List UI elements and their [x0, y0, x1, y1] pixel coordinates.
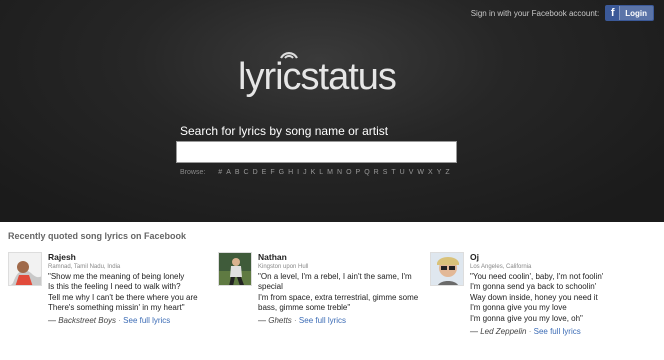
quote-artist: — Backstreet Boys: [48, 315, 117, 325]
browse-letter-i[interactable]: I: [296, 169, 300, 176]
see-full-lyrics-link[interactable]: See full lyrics: [534, 327, 581, 336]
avatar[interactable]: [430, 252, 464, 286]
see-full-lyrics-link[interactable]: See full lyrics: [299, 316, 346, 325]
quote-line: Way down inside, honey you need it: [470, 292, 598, 302]
quote-author-name[interactable]: Nathan: [258, 252, 418, 263]
quote-author-location: Kingston upon Hull: [258, 263, 309, 270]
browse-letter-z[interactable]: Z: [444, 169, 450, 176]
quote-line: There's something missin' in my heart": [48, 303, 185, 313]
quote-author-location: Los Angeles, California: [470, 263, 532, 270]
browse-letter-s[interactable]: S: [382, 169, 389, 176]
quote-artist: — Led Zeppelin: [470, 326, 527, 336]
login-label: Login: [625, 8, 647, 18]
avatar[interactable]: [8, 252, 42, 286]
avatar-image: [431, 253, 463, 285]
browse-letters: Browse: # A B C D E F G H I J K L M N O …: [180, 169, 451, 176]
quote-line: bass, gimme some treble": [258, 303, 351, 313]
browse-letter-n[interactable]: N: [336, 169, 343, 176]
logo-arc-icon: [280, 52, 298, 59]
facebook-login-button[interactable]: f Login: [605, 5, 654, 21]
quote-card: Nathan Kingston upon Hull "On a level, I…: [218, 252, 418, 327]
browse-letter-b[interactable]: B: [234, 169, 241, 176]
browse-letter-j[interactable]: J: [302, 169, 308, 176]
quote-card: Rajesh Ramnad, Tamil Nadu, India "Show m…: [8, 252, 198, 327]
browse-letter-x[interactable]: X: [427, 169, 434, 176]
quote-line: "You need coolin', baby, I'm not foolin': [470, 271, 604, 281]
browse-letter-e[interactable]: E: [261, 169, 268, 176]
quote-card: Oj Los Angeles, California "You need coo…: [430, 252, 603, 337]
browse-letter-q[interactable]: Q: [363, 169, 370, 176]
browse-letter-a[interactable]: A: [225, 169, 232, 176]
browse-letter-u[interactable]: U: [399, 169, 406, 176]
search-input[interactable]: [176, 141, 457, 163]
quote-footer: — Ghetts · See full lyrics: [258, 316, 418, 327]
browse-letter-v[interactable]: V: [408, 169, 415, 176]
avatar-image: [9, 253, 41, 285]
quote-footer: — Led Zeppelin · See full lyrics: [470, 327, 603, 338]
browse-letter-c[interactable]: C: [243, 169, 250, 176]
browse-letter-r[interactable]: R: [373, 169, 380, 176]
quote-line: I'm from space, extra terrestrial, gimme…: [258, 292, 419, 302]
recent-quotes-title: Recently quoted song lyrics on Facebook: [8, 231, 187, 241]
browse-letter-w[interactable]: W: [416, 169, 425, 176]
browse-letter-k[interactable]: K: [310, 169, 317, 176]
browse-label: Browse:: [180, 169, 206, 176]
site-logo[interactable]: lyric status: [238, 44, 397, 98]
search-label: Search for lyrics by song name or artist: [180, 124, 389, 138]
hero-banner: Sign in with your Facebook account: f Lo…: [0, 0, 664, 222]
browse-letter-o[interactable]: O: [345, 169, 352, 176]
browse-letter-hash[interactable]: #: [217, 169, 223, 176]
browse-letter-h[interactable]: H: [287, 169, 294, 176]
facebook-icon: f: [606, 6, 621, 20]
quote-author-name[interactable]: Oj: [470, 252, 603, 263]
logo-word-status: status: [300, 56, 397, 98]
browse-letter-y[interactable]: Y: [436, 169, 443, 176]
browse-letter-g[interactable]: G: [278, 169, 285, 176]
browse-letter-l[interactable]: L: [318, 169, 324, 176]
avatar[interactable]: [218, 252, 252, 286]
quote-author-location: Ramnad, Tamil Nadu, India: [48, 263, 121, 270]
signin-text: Sign in with your Facebook account:: [470, 8, 600, 18]
browse-letter-t[interactable]: T: [390, 169, 396, 176]
facebook-signin: Sign in with your Facebook account: f Lo…: [471, 4, 654, 22]
quote-line: I'm gonna give you my love, oh": [470, 313, 583, 323]
quote-line: special: [258, 282, 283, 292]
see-full-lyrics-link[interactable]: See full lyrics: [123, 316, 170, 325]
quote-author-name[interactable]: Rajesh: [48, 252, 198, 263]
quote-artist: — Ghetts: [258, 315, 292, 325]
quote-footer: — Backstreet Boys · See full lyrics: [48, 316, 198, 327]
browse-letter-f[interactable]: F: [269, 169, 275, 176]
quote-line: I'm gonna give you my love: [470, 303, 567, 313]
browse-letter-d[interactable]: D: [252, 169, 259, 176]
quote-line: "On a level, I'm a rebel, I ain't the sa…: [258, 271, 412, 281]
browse-letter-p[interactable]: P: [355, 169, 362, 176]
quote-line: "Show me the meaning of being lonely: [48, 271, 185, 281]
quote-line: Is this the feeling I need to walk with?: [48, 282, 181, 292]
browse-letter-m[interactable]: M: [326, 169, 334, 176]
quote-line: I'm gonna send ya back to schoolin': [470, 282, 597, 292]
avatar-image: [219, 253, 251, 285]
quote-line: Tell me why I can't be there where you a…: [48, 292, 198, 302]
